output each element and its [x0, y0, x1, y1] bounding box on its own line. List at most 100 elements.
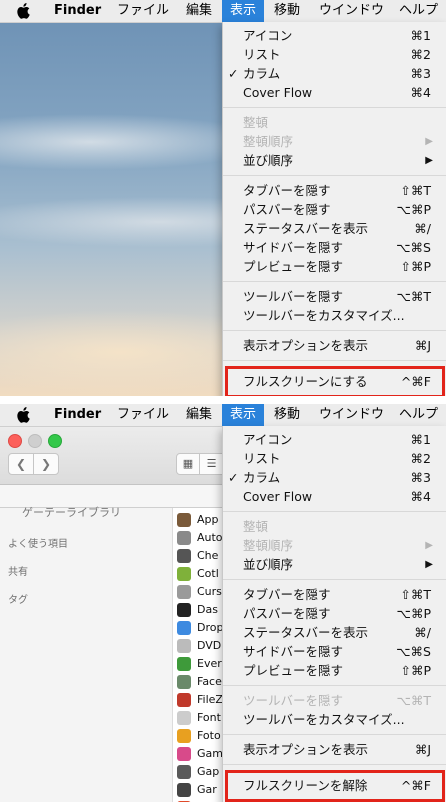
menu-item-show-status-bar[interactable]: ステータスバーを表示 ⌘/ [223, 623, 446, 642]
menu-item-hide-path-bar[interactable]: パスバーを隠す ⌥⌘P [223, 604, 446, 623]
file-list-item[interactable]: Che [173, 547, 222, 565]
menu-view[interactable]: 表示 [222, 0, 264, 22]
file-list-item[interactable]: Auto [173, 529, 222, 547]
menu-item-hide-path-bar[interactable]: パスバーを隠す ⌥⌘P [223, 200, 446, 219]
file-name: FileZ [197, 693, 222, 706]
menu-go[interactable]: 移動 [274, 0, 300, 22]
menu-separator [223, 764, 446, 765]
apple-icon[interactable] [16, 404, 32, 426]
menu-item-show-status-bar[interactable]: ステータスバーを表示 ⌘/ [223, 219, 446, 238]
menu-edit[interactable]: 編集 [186, 0, 212, 22]
close-button[interactable] [8, 434, 22, 448]
menu-item-label: パスバーを隠す [243, 202, 331, 217]
forward-button[interactable]: ❯ [33, 453, 59, 475]
menu-item-icon[interactable]: アイコン ⌘1 [223, 430, 446, 449]
shortcut-label: ⌥⌘T [396, 289, 431, 304]
shortcut-label: ⌘J [414, 742, 431, 757]
file-list: App Auto Che Cotl Curs Das Drop DVD Ever Face File… [173, 508, 222, 802]
menu-item-hide-toolbar[interactable]: ツールバーを隠す ⌥⌘T [223, 287, 446, 306]
menu-item-icon[interactable]: アイコン ⌘1 [223, 26, 446, 45]
file-list-item[interactable]: Font [173, 709, 222, 727]
app-icon [177, 675, 191, 689]
window-titlebar: ❮ ❯ ▦ ☰ [0, 426, 223, 485]
menu-edit[interactable]: 編集 [186, 404, 212, 426]
app-icon [177, 639, 191, 653]
menu-item-enter-full-screen[interactable]: フルスクリーンにする ^⌘F [225, 366, 445, 396]
menu-item-list[interactable]: リスト ⌘2 [223, 45, 446, 64]
menu-item-exit-full-screen[interactable]: フルスクリーンを解除 ^⌘F [225, 770, 445, 802]
menu-item-clean-up-by: 整頓順序 ▶ [223, 536, 446, 555]
minimize-button[interactable] [28, 434, 42, 448]
menu-go[interactable]: 移動 [274, 404, 300, 426]
shortcut-label: ⌘3 [410, 66, 431, 81]
menu-item-label: アイコン [243, 432, 293, 447]
file-name: Auto [197, 531, 222, 544]
menu-item-show-view-options[interactable]: 表示オプションを表示 ⌘J [223, 336, 446, 355]
menu-item-sort-by[interactable]: 並び順序 ▶ [223, 151, 446, 170]
menu-item-hide-preview[interactable]: プレビューを隠す ⇧⌘P [223, 661, 446, 680]
shortcut-label: ⌥⌘T [396, 693, 431, 708]
list-view-button[interactable]: ☰ [199, 453, 223, 475]
menu-window[interactable]: ウインドウ [319, 0, 384, 22]
menu-finder[interactable]: Finder [54, 0, 101, 22]
menu-item-label: ツールバーをカスタマイズ... [243, 712, 405, 727]
file-list-item[interactable]: Gar [173, 781, 222, 799]
menu-separator [223, 175, 446, 176]
file-name: Font [197, 711, 221, 724]
screenshot-bottom: ❮ ❯ ▦ ☰ ゲーテーライブラリ よく使う項目 共有 タグ App Auto Ch… [0, 404, 446, 802]
menu-item-customize-toolbar[interactable]: ツールバーをカスタマイズ... [223, 710, 446, 729]
file-list-item[interactable]: DVD [173, 637, 222, 655]
file-list-item[interactable]: FileZ [173, 691, 222, 709]
menu-item-column[interactable]: ✓ カラム ⌘3 [223, 468, 446, 487]
menu-item-show-view-options[interactable]: 表示オプションを表示 ⌘J [223, 740, 446, 759]
menu-finder[interactable]: Finder [54, 404, 101, 426]
checkmark-icon: ✓ [228, 470, 239, 485]
shortcut-label: ⌘/ [414, 625, 431, 640]
file-list-item[interactable]: Face [173, 673, 222, 691]
file-list-item[interactable]: Curs [173, 583, 222, 601]
menu-help[interactable]: ヘルプ [399, 404, 438, 426]
sidebar-section-favorites: よく使う項目 [8, 539, 68, 550]
file-list-item[interactable]: Drop [173, 619, 222, 637]
menu-item-hide-tab-bar[interactable]: タブバーを隠す ⇧⌘T [223, 181, 446, 200]
menu-item-hide-tab-bar[interactable]: タブバーを隠す ⇧⌘T [223, 585, 446, 604]
menu-item-label: ステータスバーを表示 [243, 625, 369, 640]
back-button[interactable]: ❮ [8, 453, 34, 475]
zoom-button[interactable] [48, 434, 62, 448]
menu-file[interactable]: ファイル [117, 404, 169, 426]
menu-item-label: 整頓 [243, 115, 269, 130]
menu-separator [223, 511, 446, 512]
menu-item-label: 並び順序 [243, 557, 294, 572]
menu-view[interactable]: 表示 [222, 404, 264, 426]
shortcut-label: ⌥⌘P [396, 606, 431, 621]
file-list-item[interactable]: Das [173, 601, 222, 619]
sidebar-item-partial[interactable]: ゲーテーライブラリ [22, 504, 121, 520]
menu-item-list[interactable]: リスト ⌘2 [223, 449, 446, 468]
menu-file[interactable]: ファイル [117, 0, 169, 22]
menu-item-customize-toolbar[interactable]: ツールバーをカスタマイズ... [223, 306, 446, 325]
menu-window[interactable]: ウインドウ [319, 404, 384, 426]
file-list-item[interactable]: App [173, 511, 222, 529]
file-name: Drop [197, 621, 222, 634]
menu-item-sort-by[interactable]: 並び順序 ▶ [223, 555, 446, 574]
app-icon [177, 531, 191, 545]
apple-icon[interactable] [16, 0, 32, 22]
file-list-item[interactable]: Gap [173, 763, 222, 781]
menu-item-hide-sidebar[interactable]: サイドバーを隠す ⌥⌘S [223, 642, 446, 661]
menu-item-cover-flow[interactable]: Cover Flow ⌘4 [223, 487, 446, 506]
file-list-item[interactable]: Gam [173, 745, 222, 763]
menu-item-column[interactable]: ✓ カラム ⌘3 [223, 64, 446, 83]
file-list-item[interactable]: Foto [173, 727, 222, 745]
file-list-item[interactable]: Ever [173, 655, 222, 673]
icon-view-button[interactable]: ▦ [176, 453, 200, 475]
file-list-item[interactable]: Cotl [173, 565, 222, 583]
menu-item-label: Cover Flow [243, 489, 313, 504]
menu-item-cover-flow[interactable]: Cover Flow ⌘4 [223, 83, 446, 102]
menu-help[interactable]: ヘルプ [399, 0, 438, 22]
menu-item-hide-sidebar[interactable]: サイドバーを隠す ⌥⌘S [223, 238, 446, 257]
menu-separator [223, 579, 446, 580]
file-name: Face [197, 675, 222, 688]
shortcut-label: ⇧⌘P [400, 663, 431, 678]
menu-item-hide-preview[interactable]: プレビューを隠す ⇧⌘P [223, 257, 446, 276]
menu-item-label: タブバーを隠す [243, 183, 331, 198]
